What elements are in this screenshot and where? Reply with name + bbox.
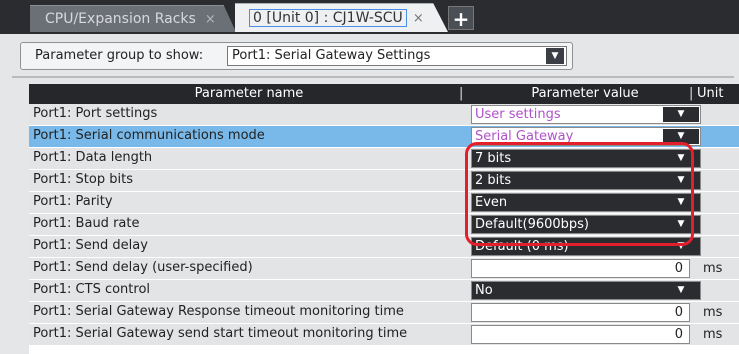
parameter-name: Port1: Send delay (user-specified) bbox=[33, 260, 253, 275]
close-icon[interactable]: × bbox=[205, 12, 216, 27]
parameter-name: Port1: Stop bits bbox=[33, 172, 133, 187]
parameter-input[interactable]: 0 bbox=[471, 325, 690, 344]
parameter-name: Port1: Parity bbox=[33, 194, 113, 209]
parameter-name: Port1: Serial Gateway Response timeout m… bbox=[33, 304, 404, 319]
parameter-name: Port1: Serial communications mode bbox=[33, 128, 265, 143]
chevron-down-icon[interactable]: ▼ bbox=[546, 48, 564, 64]
close-icon[interactable]: × bbox=[413, 11, 424, 26]
tab-cpu-expansion-racks[interactable]: CPU/Expansion Racks × bbox=[30, 5, 236, 32]
parameter-value: 0 bbox=[674, 261, 683, 276]
parameter-name: Port1: Serial Gateway send start timeout… bbox=[33, 326, 408, 341]
table-row[interactable]: Port1: CTS control No ▼ bbox=[29, 280, 739, 302]
table-row[interactable]: Port1: Serial Gateway Response timeout m… bbox=[29, 302, 739, 324]
table-header: Parameter name | Parameter value | Unit bbox=[29, 84, 739, 104]
parameter-dropdown[interactable]: User settings ▼ bbox=[471, 105, 701, 124]
parameter-value: 0 bbox=[674, 305, 683, 320]
divider bbox=[12, 76, 734, 78]
chevron-down-icon[interactable]: ▼ bbox=[663, 283, 699, 298]
parameter-input[interactable]: 0 bbox=[471, 259, 690, 278]
parameter-unit: ms bbox=[703, 261, 723, 276]
parameter-value: User settings bbox=[475, 107, 561, 122]
parameter-group-select[interactable]: Port1: Serial Gateway Settings ▼ bbox=[227, 46, 567, 66]
column-header-name[interactable]: Parameter name bbox=[29, 86, 469, 101]
column-header-unit[interactable]: Unit bbox=[697, 86, 723, 101]
parameter-name: Port1: Data length bbox=[33, 150, 153, 165]
app-window: CPU/Expansion Racks × 0 [Unit 0] : CJ1W-S… bbox=[0, 0, 739, 354]
tab-label: CPU/Expansion Racks bbox=[45, 11, 196, 27]
parameter-group-label: Parameter group to show: bbox=[35, 48, 204, 63]
add-tab-button[interactable]: + bbox=[448, 6, 474, 31]
table-row[interactable]: Port1: Serial Gateway send start timeout… bbox=[29, 324, 739, 346]
parameter-unit: ms bbox=[703, 327, 723, 342]
parameter-name: Port1: Baud rate bbox=[33, 216, 140, 231]
table-row[interactable]: Port1: Port settings User settings ▼ bbox=[29, 104, 739, 126]
parameter-value: 0 bbox=[674, 327, 683, 342]
parameter-name: Port1: Send delay bbox=[33, 238, 148, 253]
tab-label: 0 [Unit 0] : CJ1W-SCU bbox=[249, 9, 407, 27]
parameter-group-value: Port1: Serial Gateway Settings bbox=[232, 48, 431, 63]
parameter-unit: ms bbox=[703, 305, 723, 320]
parameter-input[interactable]: 0 bbox=[471, 303, 690, 322]
tab-unit-0[interactable]: 0 [Unit 0] : CJ1W-SCU × bbox=[235, 3, 448, 32]
chevron-down-icon[interactable]: ▼ bbox=[663, 107, 699, 122]
parameter-name: Port1: CTS control bbox=[33, 282, 151, 297]
parameter-group-box: Parameter group to show: Port1: Serial G… bbox=[20, 42, 573, 70]
highlight-box bbox=[465, 142, 694, 246]
column-separator[interactable]: | bbox=[459, 86, 463, 101]
parameter-name: Port1: Port settings bbox=[33, 106, 158, 121]
parameter-dropdown[interactable]: No ▼ bbox=[471, 281, 701, 300]
column-separator[interactable]: | bbox=[689, 86, 693, 101]
column-header-value[interactable]: Parameter value bbox=[469, 86, 701, 101]
parameter-value: No bbox=[475, 283, 493, 298]
tab-bar: CPU/Expansion Racks × 0 [Unit 0] : CJ1W-S… bbox=[0, 0, 739, 34]
table-row[interactable]: Port1: Send delay (user-specified) 0 ms bbox=[29, 258, 739, 280]
